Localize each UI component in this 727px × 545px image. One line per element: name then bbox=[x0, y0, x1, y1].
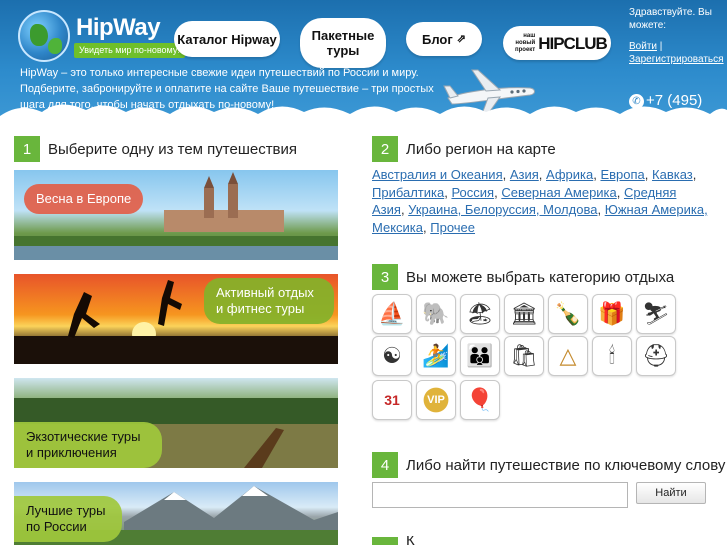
step4-title: Либо найти путешествие по ключевому слов… bbox=[406, 456, 726, 474]
step2-header: 2 Либо регион на карте bbox=[372, 136, 556, 162]
windsurf-icon[interactable]: 🏄 bbox=[416, 336, 456, 376]
helmet-icon[interactable]: ⛑ bbox=[636, 336, 676, 376]
tour-active-fitness[interactable]: Активный отдых и фитнес туры bbox=[14, 274, 338, 364]
nav-packages-label: Пакетные туры bbox=[311, 28, 375, 58]
balloon-icon[interactable]: 🎈 bbox=[460, 380, 500, 420]
tour-label: Активный отдых и фитнес туры bbox=[204, 278, 334, 324]
login-separator: | bbox=[656, 41, 663, 52]
pyramid-icon[interactable]: △ bbox=[548, 336, 588, 376]
region-link[interactable]: Украина, Белоруссия, Молдова bbox=[408, 202, 597, 217]
region-link[interactable]: Кавказ bbox=[652, 167, 693, 182]
tour-label: Экзотические туры и приключения bbox=[14, 422, 162, 468]
arch-icon[interactable]: 🏛 bbox=[504, 294, 544, 334]
step5-number bbox=[372, 537, 398, 545]
tour-label: Лучшие туры по России bbox=[14, 496, 122, 542]
region-link[interactable]: Россия bbox=[451, 185, 494, 200]
nav-hipclub-button[interactable]: наш новый проект HIPCLUB bbox=[503, 26, 611, 60]
calendar-icon[interactable]: 31 bbox=[372, 380, 412, 420]
vip-icon[interactable]: VIP bbox=[416, 380, 456, 420]
step3-number: 3 bbox=[372, 264, 398, 290]
candle-icon[interactable]: 🕯 bbox=[592, 336, 632, 376]
step1-number: 1 bbox=[14, 136, 40, 162]
step4-number: 4 bbox=[372, 452, 398, 478]
yin-yang-icon[interactable]: ☯ bbox=[372, 336, 412, 376]
region-link[interactable]: Африка bbox=[546, 167, 593, 182]
step3-header: 3 Вы можете выбрать категорию отдыха bbox=[372, 264, 674, 290]
register-link[interactable]: Зарегистрироваться bbox=[629, 54, 724, 65]
user-box: Здравствуйте. Вы можете: Войти | Зарегис… bbox=[629, 6, 725, 66]
shopping-icon[interactable]: 🛍 bbox=[504, 336, 544, 376]
sailboat-icon[interactable]: ⛵ bbox=[372, 294, 412, 334]
tour-best-russia[interactable]: Лучшие туры по России bbox=[14, 482, 338, 545]
step1-header: 1 Выберите одну из тем путешествия bbox=[14, 136, 297, 162]
nav-packages-button[interactable]: Пакетные туры bbox=[300, 18, 386, 68]
gift-icon[interactable]: 🎁 bbox=[592, 294, 632, 334]
region-link[interactable]: Австралия и Океания bbox=[372, 167, 503, 182]
greeting-text: Здравствуйте. Вы можете: bbox=[629, 7, 712, 31]
region-link[interactable]: Прибалтика bbox=[372, 185, 444, 200]
region-link[interactable]: Азия bbox=[510, 167, 539, 182]
hipclub-subtitle: наш новый проект bbox=[514, 32, 536, 53]
logo-tagline: Увидеть мир по-новому! bbox=[74, 43, 185, 58]
clouds-decoration bbox=[0, 104, 727, 128]
beach-icon[interactable]: 🏖 bbox=[460, 294, 500, 334]
step4-header: 4 Либо найти путешествие по ключевому сл… bbox=[372, 452, 725, 478]
step2-title: Либо регион на карте bbox=[406, 140, 556, 158]
hipclub-label: HIPCLUB bbox=[538, 33, 608, 53]
skiing-icon[interactable]: ⛷ bbox=[636, 294, 676, 334]
region-link[interactable]: Европа bbox=[600, 167, 644, 182]
external-link-icon: ⇗ bbox=[456, 32, 466, 45]
step5-title: К bbox=[406, 536, 415, 545]
elephant-icon[interactable]: 🐘 bbox=[416, 294, 456, 334]
tour-exotic-adventure[interactable]: Экзотические туры и приключения bbox=[14, 378, 338, 468]
tour-label: Весна в Европе bbox=[24, 184, 144, 214]
step1-title: Выберите одну из тем путешествия bbox=[48, 140, 298, 158]
login-link[interactable]: Войти bbox=[629, 41, 657, 52]
nav-blog-label: Блог bbox=[421, 31, 453, 47]
regions-list: Австралия и Океания, Азия, Африка, Европ… bbox=[372, 167, 708, 235]
region-link[interactable]: Северная Америка bbox=[501, 185, 616, 200]
step2-number: 2 bbox=[372, 136, 398, 162]
search-button[interactable]: Найти bbox=[636, 482, 706, 504]
champagne-icon[interactable]: 🍾 bbox=[548, 294, 588, 334]
tour-spring-europe[interactable]: Весна в Европе bbox=[14, 170, 338, 260]
region-link[interactable]: Прочее bbox=[430, 220, 475, 235]
step3-title: Вы можете выбрать категорию отдыха bbox=[406, 268, 675, 286]
nav-blog-button[interactable]: Блог ⇗ bbox=[406, 22, 482, 56]
site-header: HipWay Увидеть мир по-новому! Каталог Hi… bbox=[0, 0, 727, 128]
globe-logo-icon bbox=[18, 10, 70, 62]
keyword-search-input[interactable] bbox=[372, 482, 628, 508]
hipway-logo[interactable]: HipWay Увидеть мир по-новому! bbox=[18, 10, 185, 62]
nav-catalog-label: Каталог Hipway bbox=[177, 31, 277, 47]
logo-wordmark: HipWay bbox=[76, 14, 161, 41]
family-icon[interactable]: 👪 bbox=[460, 336, 500, 376]
nav-catalog-button[interactable]: Каталог Hipway bbox=[174, 21, 280, 57]
